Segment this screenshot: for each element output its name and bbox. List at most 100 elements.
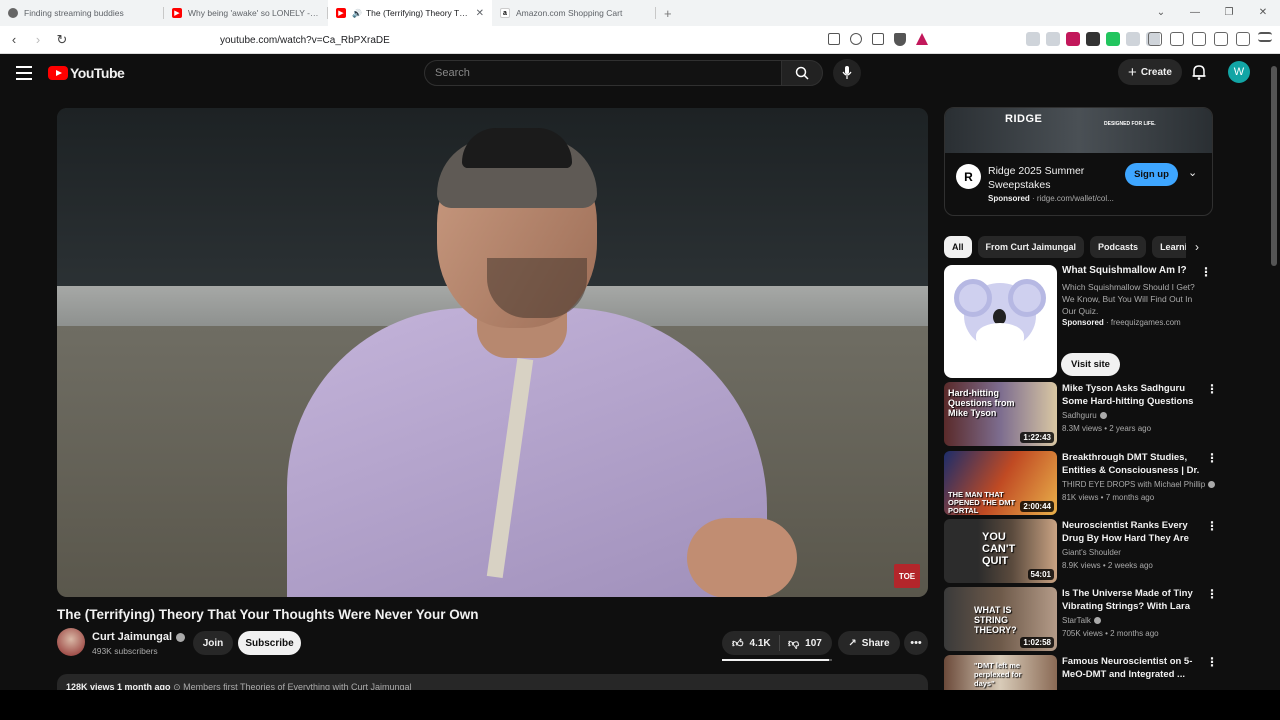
subscribe-button[interactable]: Subscribe xyxy=(238,631,301,655)
more-vertical-icon[interactable]: ⋮ xyxy=(1206,519,1218,533)
share-page-icon[interactable] xyxy=(872,33,884,45)
browser-tab-2[interactable]: ▶ Why being 'awake' so LONELY - YouTube xyxy=(164,0,328,26)
reload-button[interactable]: ↻ xyxy=(52,32,72,48)
vpn-icon[interactable] xyxy=(1236,32,1250,46)
chevron-down-icon[interactable]: ⌄ xyxy=(1188,166,1197,179)
channel-line[interactable]: Giant's Shoulder xyxy=(1062,548,1121,557)
wallet-icon[interactable] xyxy=(1192,32,1206,46)
sidebar-icon[interactable] xyxy=(1170,32,1184,46)
video-thumbnail[interactable]: YOU CAN'T QUIT 54:01 xyxy=(944,519,1057,583)
channel-avatar[interactable] xyxy=(57,628,85,656)
list-item[interactable]: "DMT left me perplexed for days" Famous … xyxy=(944,655,1218,690)
ad-banner[interactable]: RIDGE DESIGNED FOR LIFE. xyxy=(945,108,1212,153)
signup-button[interactable]: Sign up xyxy=(1125,163,1178,186)
bell-icon xyxy=(1192,65,1206,80)
page-scrollbar[interactable] xyxy=(1268,54,1280,690)
like-button[interactable]: 👍︎ 4.1K xyxy=(722,635,780,651)
maximize-button[interactable]: ❐ xyxy=(1212,0,1246,26)
video-thumbnail[interactable]: Hard-hitting Questions from Mike Tyson 1… xyxy=(944,382,1057,446)
channel-line[interactable]: Sadhguru xyxy=(1062,411,1107,420)
sponsored-domain-line: Sponsored · freequizgames.com xyxy=(1062,318,1181,327)
more-vertical-icon[interactable]: ⋮ xyxy=(1206,655,1218,669)
list-item[interactable]: YOU CAN'T QUIT 54:01 Neuroscientist Rank… xyxy=(944,519,1218,583)
cast-icon[interactable] xyxy=(828,33,840,45)
more-actions-button[interactable]: ••• xyxy=(904,631,928,655)
video-title[interactable]: Famous Neuroscientist on 5-MeO-DMT and I… xyxy=(1062,655,1200,681)
extension-icon[interactable] xyxy=(1046,32,1060,46)
chip-from-channel[interactable]: From Curt Jaimungal xyxy=(977,236,1085,258)
search-button[interactable] xyxy=(781,60,823,86)
video-thumbnail[interactable]: WHAT IS STRING THEORY? 1:02:58 xyxy=(944,587,1057,651)
video-player[interactable]: TOE xyxy=(57,108,928,597)
video-meta: 81K views • 7 months ago xyxy=(1062,493,1155,502)
extension-icon[interactable] xyxy=(1106,32,1120,46)
sponsored-thumbnail[interactable] xyxy=(944,265,1057,378)
list-item[interactable]: WHAT IS STRING THEORY? 1:02:58 Is The Un… xyxy=(944,587,1218,651)
search-input[interactable] xyxy=(435,67,755,79)
hamburger-menu-icon[interactable] xyxy=(16,66,32,80)
channel-watermark[interactable]: TOE xyxy=(894,564,920,588)
rewards-icon[interactable] xyxy=(916,33,928,45)
list-item[interactable]: THE MAN THAT OPENED THE DMT PORTAL 2:00:… xyxy=(944,451,1218,515)
dislike-button[interactable]: 👎︎ 107 xyxy=(780,637,822,650)
speed-icon[interactable] xyxy=(850,33,862,45)
visit-site-button[interactable]: Visit site xyxy=(1061,353,1120,376)
close-window-button[interactable]: ✕ xyxy=(1246,0,1280,26)
browser-tab-3[interactable]: ▶ 🔊 The (Terrifying) Theory That Your Th… xyxy=(328,0,492,26)
description-box[interactable]: 128K views 1 month ago ⊙ Members first T… xyxy=(57,674,928,690)
scrollbar-thumb[interactable] xyxy=(1271,66,1277,266)
sponsored-title[interactable]: What Squishmallow Am I? xyxy=(1062,265,1187,276)
more-vertical-icon[interactable]: ⋮ xyxy=(1200,265,1212,279)
video-title[interactable]: Is The Universe Made of Tiny Vibrating S… xyxy=(1062,587,1200,614)
chevron-down-icon[interactable]: ⌄ xyxy=(1144,0,1178,26)
browser-tab-1[interactable]: Finding streaming buddies xyxy=(0,0,164,26)
new-tab-button[interactable]: + xyxy=(664,6,672,21)
channel-line[interactable]: THIRD EYE DROPS with Michael Phillip xyxy=(1062,480,1216,489)
minimize-button[interactable]: — xyxy=(1178,0,1212,26)
thumbs-down-icon: 👎︎ xyxy=(788,637,800,650)
thumbnail-caption: YOU CAN'T QUIT xyxy=(982,531,1016,567)
music-icon[interactable] xyxy=(1148,32,1162,46)
verified-icon xyxy=(1093,617,1101,625)
more-vertical-icon[interactable]: ⋮ xyxy=(1206,451,1218,465)
ad-title[interactable]: Ridge 2025 Summer Sweepstakes xyxy=(988,164,1118,192)
thumbnail-caption: THE MAN THAT OPENED THE DMT PORTAL xyxy=(948,490,1016,515)
chip-podcasts[interactable]: Podcasts xyxy=(1090,236,1147,258)
sponsored-ad-card[interactable]: RIDGE DESIGNED FOR LIFE. R Ridge 2025 Su… xyxy=(944,107,1213,216)
extension-icon[interactable] xyxy=(1086,32,1100,46)
more-vertical-icon[interactable]: ⋮ xyxy=(1206,587,1218,601)
extension-icon[interactable] xyxy=(1066,32,1080,46)
chip-all[interactable]: All xyxy=(944,236,972,258)
share-button[interactable]: ↗ Share xyxy=(838,631,900,655)
close-tab-icon[interactable]: ✕ xyxy=(476,8,484,19)
youtube-icon: ▶ xyxy=(336,8,346,18)
video-title[interactable]: Breakthrough DMT Studies, Entities & Con… xyxy=(1062,451,1200,478)
video-thumbnail[interactable]: THE MAN THAT OPENED THE DMT PORTAL 2:00:… xyxy=(944,451,1057,515)
notifications-button[interactable] xyxy=(1192,64,1206,85)
list-item[interactable]: Hard-hitting Questions from Mike Tyson 1… xyxy=(944,382,1218,446)
video-thumbnail[interactable]: "DMT left me perplexed for days" xyxy=(944,655,1057,690)
browser-tab-4[interactable]: a Amazon.com Shopping Cart xyxy=(492,0,656,26)
chevron-right-icon[interactable]: › xyxy=(1186,236,1208,258)
leo-icon[interactable] xyxy=(1214,32,1228,46)
extension-icon[interactable] xyxy=(1026,32,1040,46)
account-avatar[interactable]: W xyxy=(1228,61,1250,83)
channel-line[interactable]: StarTalk xyxy=(1062,616,1101,625)
join-button[interactable]: Join xyxy=(193,631,233,655)
menu-icon[interactable] xyxy=(1258,32,1272,42)
voice-search-button[interactable] xyxy=(833,59,861,87)
more-vertical-icon[interactable]: ⋮ xyxy=(1206,382,1218,396)
youtube-logo[interactable]: YouTube xyxy=(48,65,125,81)
video-title[interactable]: Mike Tyson Asks Sadhguru Some Hard-hitti… xyxy=(1062,382,1200,408)
advertiser-logo[interactable]: R xyxy=(956,164,981,189)
create-button[interactable]: + Create xyxy=(1118,59,1182,85)
channel-name[interactable]: Curt Jaimungal xyxy=(92,631,186,643)
back-button[interactable]: ‹ xyxy=(4,32,24,47)
video-title[interactable]: Neuroscientist Ranks Every Drug By How H… xyxy=(1062,519,1200,546)
verified-icon xyxy=(1099,412,1107,420)
puzzle-icon[interactable] xyxy=(1126,32,1140,46)
like-count: 4.1K xyxy=(749,637,771,649)
brave-shield-icon[interactable] xyxy=(894,33,906,46)
forward-button[interactable]: › xyxy=(28,32,48,47)
channel-name-text: Curt Jaimungal xyxy=(92,631,173,643)
